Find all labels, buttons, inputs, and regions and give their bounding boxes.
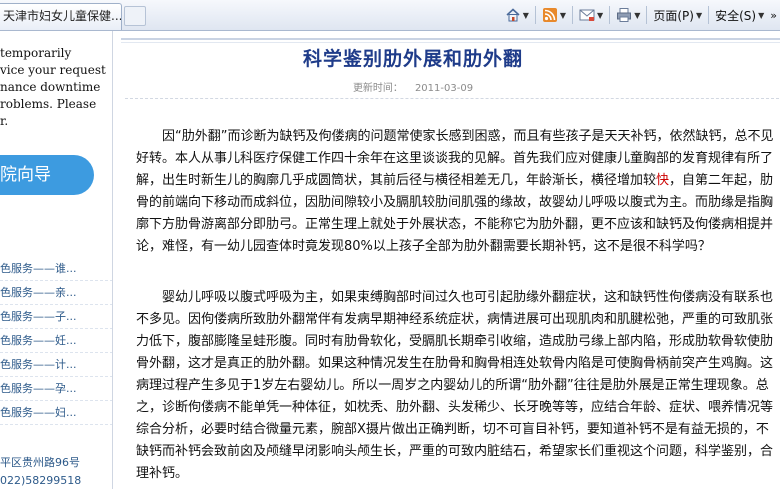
services-list: 色服务——谁... 色服务——亲... 色服务——子... 色服务——妊... … [0,257,112,425]
safety-menu[interactable]: 安全(S) ▼ [712,4,767,26]
notice-line: r. [0,114,9,128]
toolbar-separator [609,6,611,24]
article-paragraph: 婴幼儿呼吸以腹式呼吸为主，如果束缚胸部时间过久也可引起肋缘外翻症状，这和缺钙性佝… [136,290,774,481]
chevron-down-icon: ▼ [758,10,765,20]
hospital-guide-button[interactable]: 院向导 [0,155,94,195]
toolbar-separator [572,6,574,24]
article-paragraph: 因“肋外翻”而诊断为缺钙及佝偻病的问题常使家长感到困惑，而且有些孩子是天天补钙，… [136,126,776,258]
service-link[interactable]: 色服务——谁... [0,257,112,281]
browser-toolbar: 天津市妇女儿童保健... ▼ ▼ ▼ ▼ 页面(P) ▼ 安全(S) ▼ » [0,0,780,31]
print-icon [617,8,632,22]
page-menu[interactable]: 页面(P) ▼ [650,4,705,26]
notice-line: nance downtime [0,80,101,94]
feeds-button[interactable]: ▼ [539,4,569,26]
toolbar-separator [646,6,648,24]
mail-icon [579,9,595,21]
top-divider [121,38,780,43]
safety-menu-label: 安全(S) [715,8,757,23]
new-tab-button[interactable] [124,6,146,26]
meta-divider [125,98,779,99]
service-link[interactable]: 色服务——子... [0,305,112,329]
update-date: 2011-03-09 [414,83,474,94]
service-link[interactable]: 色服务——亲... [0,281,112,305]
home-button[interactable]: ▼ [502,4,532,26]
chevron-right-icon: » [770,8,777,22]
browser-tab[interactable]: 天津市妇女儿童保健... [0,3,122,30]
home-icon [506,8,520,22]
mail-button[interactable]: ▼ [576,4,606,26]
update-time-label: 更新时间： [352,83,403,94]
toolbar-overflow-button[interactable]: » [767,4,780,26]
command-bar: ▼ ▼ ▼ ▼ 页面(P) ▼ 安全(S) ▼ » [502,4,780,26]
highlighted-text: 快 [656,173,670,188]
chevron-down-icon: ▼ [597,10,604,20]
service-link[interactable]: 色服务——妇... [0,401,112,425]
hospital-guide-label: 院向导 [0,165,51,185]
service-link[interactable]: 色服务——计... [0,353,112,377]
notice-line: temporarily [0,46,72,60]
article-area: 科学鉴别肋外展和肋外翻 更新时间： 2011-03-09 因“肋外翻”而诊断为缺钙… [113,31,780,489]
tab-title: 天津市妇女儿童保健... [3,9,122,23]
article-title: 科学鉴别肋外展和肋外翻 [302,48,523,70]
chevron-down-icon: ▼ [522,10,529,20]
print-button[interactable]: ▼ [613,4,643,26]
page-menu-label: 页面(P) [653,8,694,23]
service-link[interactable]: 色服务——孕... [0,377,112,401]
toolbar-separator [708,6,710,24]
chevron-down-icon: ▼ [559,10,567,20]
left-sidebar: temporarily vice your request nance down… [0,31,113,489]
hospital-address: 平区贵州路96号 [0,456,80,469]
toolbar-separator [534,6,536,24]
notice-line: roblems. Please [0,97,97,111]
feeds-icon [542,8,557,22]
article-meta: 更新时间： 2011-03-09 [113,79,713,94]
hospital-phone: 022)58299518 [0,474,82,487]
service-link[interactable]: 色服务——妊... [0,329,112,353]
maintenance-notice: temporarily vice your request nance down… [0,45,112,130]
chevron-down-icon: ▼ [695,10,703,20]
notice-line: vice your request [0,63,106,77]
chevron-down-icon: ▼ [634,10,641,20]
